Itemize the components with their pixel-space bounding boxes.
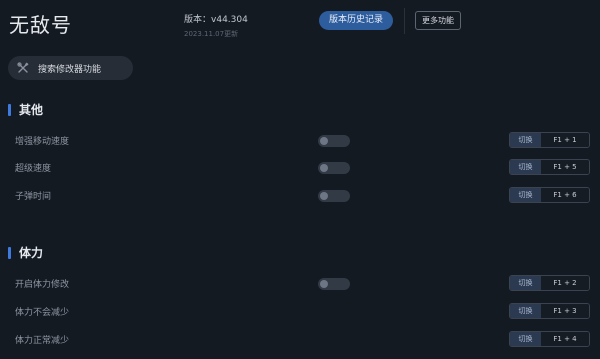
hotkey-value[interactable]: F1 + 3 bbox=[541, 304, 589, 318]
feature-label: 体力正常减少 bbox=[15, 336, 70, 346]
toggle-knob bbox=[320, 192, 328, 200]
hotkey-control: 切换 F1 + 2 bbox=[509, 275, 590, 291]
hotkey-value[interactable]: F1 + 4 bbox=[541, 332, 589, 346]
hotkey-switch-button[interactable]: 切换 bbox=[510, 160, 541, 174]
feature-label: 增强移动速度 bbox=[15, 137, 70, 147]
header-divider bbox=[404, 8, 405, 34]
app-title: 无敌号 bbox=[9, 13, 72, 37]
list-item: 超级速度 切换 F1 + 5 bbox=[0, 158, 600, 178]
section-other-header: 其他 bbox=[8, 101, 43, 118]
hotkey-switch-button[interactable]: 切换 bbox=[510, 332, 541, 346]
feature-toggle[interactable] bbox=[318, 190, 350, 202]
feature-toggle[interactable] bbox=[318, 135, 350, 147]
section-accent-bar bbox=[8, 103, 11, 116]
version-label: 版本： bbox=[184, 15, 212, 25]
hotkey-value[interactable]: F1 + 5 bbox=[541, 160, 589, 174]
search-features-button[interactable]: 搜索修改器功能 bbox=[8, 56, 133, 80]
more-features-button[interactable]: 更多功能 bbox=[415, 11, 461, 30]
section-title: 其他 bbox=[19, 103, 44, 117]
list-item: 体力正常减少 切换 F1 + 4 bbox=[0, 330, 600, 350]
hotkey-value[interactable]: F1 + 6 bbox=[541, 188, 589, 202]
feature-label: 子弹时间 bbox=[15, 192, 52, 202]
feature-toggle[interactable] bbox=[318, 278, 350, 290]
version-history-button[interactable]: 版本历史记录 bbox=[319, 11, 393, 30]
list-item: 增强移动速度 切换 F1 + 1 bbox=[0, 131, 600, 151]
hotkey-control: 切换 F1 + 3 bbox=[509, 303, 590, 319]
section-stamina-header: 体力 bbox=[8, 244, 43, 261]
hotkey-control: 切换 F1 + 1 bbox=[509, 132, 590, 148]
toggle-knob bbox=[320, 280, 328, 288]
toggle-knob bbox=[320, 137, 328, 145]
hotkey-control: 切换 F1 + 6 bbox=[509, 187, 590, 203]
hotkey-switch-button[interactable]: 切换 bbox=[510, 304, 541, 318]
hotkey-switch-button[interactable]: 切换 bbox=[510, 188, 541, 202]
tools-icon bbox=[17, 62, 29, 73]
feature-label: 超级速度 bbox=[15, 164, 52, 174]
hotkey-value[interactable]: F1 + 1 bbox=[541, 133, 589, 147]
hotkey-switch-button[interactable]: 切换 bbox=[510, 133, 541, 147]
feature-label: 体力不会减少 bbox=[15, 308, 70, 318]
version-number: v44.304 bbox=[211, 15, 248, 25]
list-item: 体力不会减少 切换 F1 + 3 bbox=[0, 302, 600, 322]
section-accent-bar bbox=[8, 246, 11, 259]
feature-label: 开启体力修改 bbox=[15, 280, 70, 290]
list-item: 子弹时间 切换 F1 + 6 bbox=[0, 186, 600, 206]
version-line: 版本：v44.304 bbox=[184, 12, 248, 25]
toggle-knob bbox=[320, 164, 328, 172]
hotkey-switch-button[interactable]: 切换 bbox=[510, 276, 541, 290]
version-info: 版本：v44.304 2023.11.07更新 bbox=[184, 12, 248, 39]
search-label: 搜索修改器功能 bbox=[38, 64, 102, 75]
section-title: 体力 bbox=[19, 246, 44, 260]
hotkey-value[interactable]: F1 + 2 bbox=[541, 276, 589, 290]
hotkey-control: 切换 F1 + 5 bbox=[509, 159, 590, 175]
list-item: 开启体力修改 切换 F1 + 2 bbox=[0, 274, 600, 294]
feature-toggle[interactable] bbox=[318, 162, 350, 174]
update-date: 2023.11.07更新 bbox=[184, 30, 239, 38]
hotkey-control: 切换 F1 + 4 bbox=[509, 331, 590, 347]
